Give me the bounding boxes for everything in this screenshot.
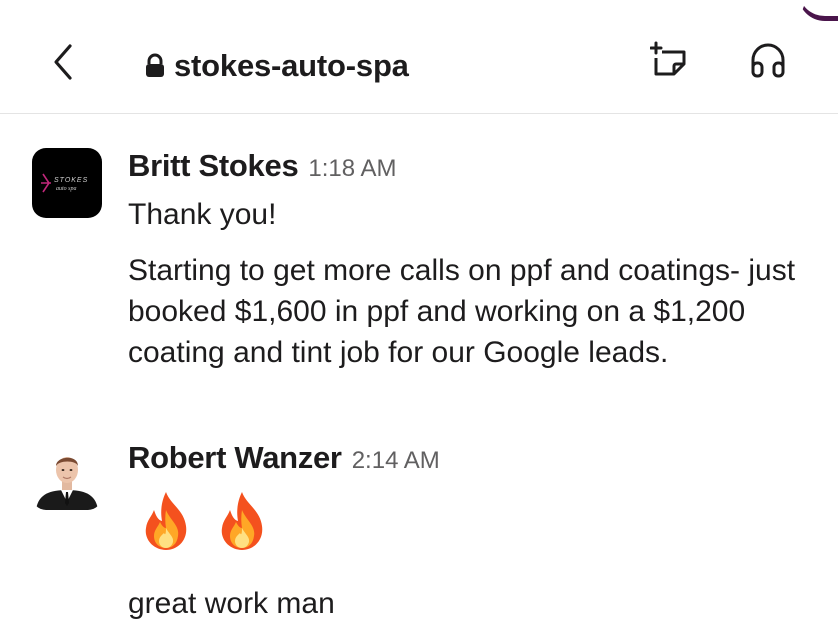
huddle-button[interactable] bbox=[748, 40, 788, 80]
user-photo-icon bbox=[32, 440, 102, 510]
canvas-button[interactable] bbox=[649, 40, 690, 80]
emoji-row bbox=[134, 488, 274, 552]
svg-text:auto spa: auto spa bbox=[56, 186, 77, 192]
message-header: Robert Wanzer 2:14 AM bbox=[128, 440, 440, 476]
channel-title[interactable]: stokes-auto-spa bbox=[144, 44, 409, 88]
headphones-icon bbox=[751, 43, 785, 78]
avatar[interactable] bbox=[32, 440, 102, 510]
fire-icon bbox=[221, 492, 263, 550]
timestamp[interactable]: 2:14 AM bbox=[352, 447, 440, 475]
message-text: Starting to get more calls on ppf and co… bbox=[128, 254, 796, 369]
message-text: Thank you! bbox=[128, 198, 277, 231]
channel-header: stokes-auto-spa bbox=[0, 0, 838, 114]
canvas-icon bbox=[649, 41, 686, 76]
svg-text:STOKES: STOKES bbox=[54, 177, 88, 184]
fire-icon bbox=[145, 492, 187, 550]
lock-icon bbox=[146, 53, 164, 77]
stokes-auto-spa-logo: STOKES auto spa bbox=[41, 173, 88, 193]
channel-name: stokes-auto-spa bbox=[174, 48, 409, 83]
sender-name[interactable]: Britt Stokes bbox=[128, 148, 299, 184]
back-chevron-icon bbox=[54, 44, 72, 80]
message-header: Britt Stokes 1:18 AM bbox=[128, 148, 396, 184]
back-button[interactable] bbox=[46, 40, 82, 84]
sender-name[interactable]: Robert Wanzer bbox=[128, 440, 342, 476]
timestamp[interactable]: 1:18 AM bbox=[308, 155, 396, 183]
avatar[interactable]: STOKES auto spa bbox=[32, 148, 102, 218]
message-text: great work man bbox=[128, 587, 335, 620]
